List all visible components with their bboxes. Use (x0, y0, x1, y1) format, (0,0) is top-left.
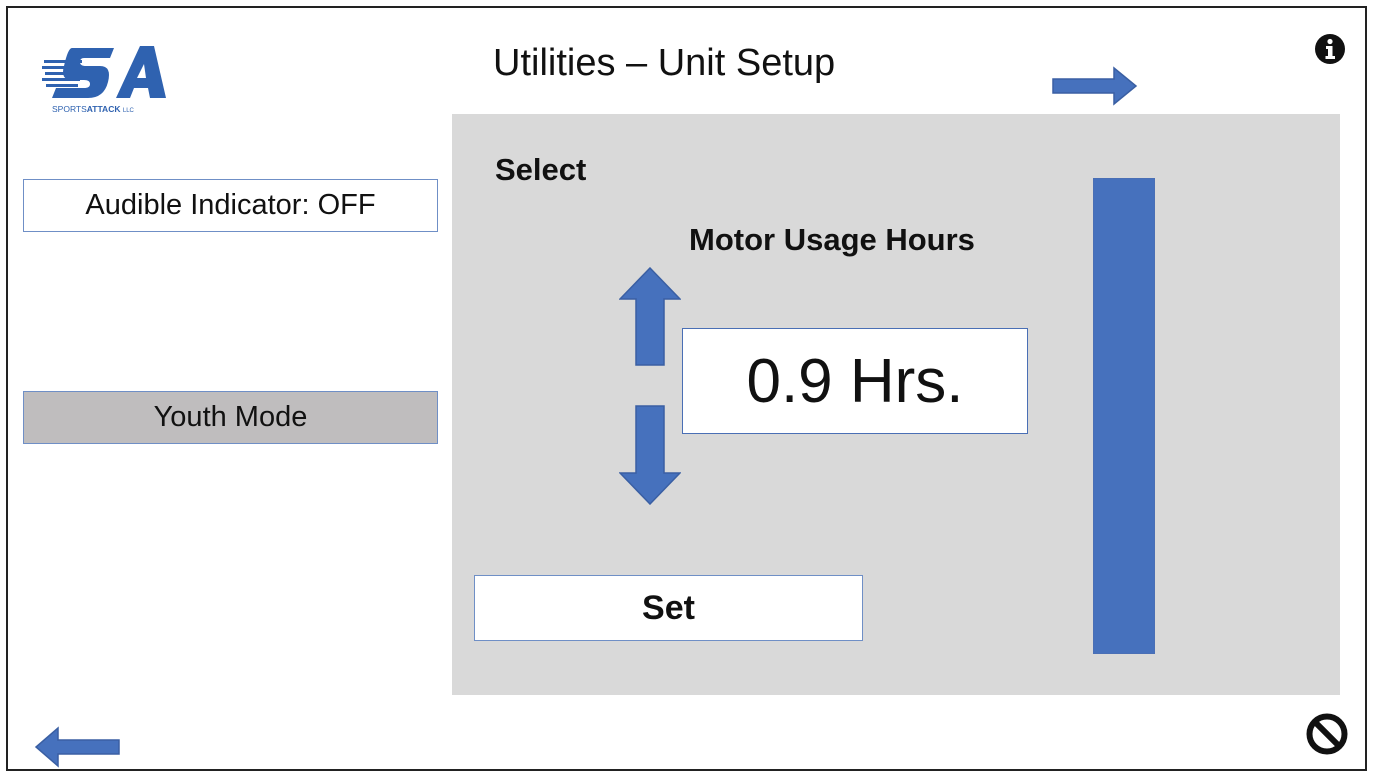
info-icon[interactable] (1314, 33, 1346, 65)
logo-brand-suffix: LLC (123, 108, 135, 114)
sports-attack-logo: SPORTSATTACK LLC (42, 46, 166, 114)
audible-indicator-button[interactable]: Audible Indicator: OFF (23, 179, 438, 232)
motor-hours-value: 0.9 Hrs. (682, 328, 1028, 434)
parameter-label: Motor Usage Hours (689, 222, 975, 257)
select-label: Select (495, 152, 587, 187)
arrow-down-icon[interactable] (619, 405, 681, 505)
audible-indicator-label: Audible Indicator: OFF (85, 189, 376, 221)
arrow-up-icon[interactable] (619, 267, 681, 367)
arrow-right-icon[interactable] (1052, 66, 1138, 106)
motor-hours-text: 0.9 Hrs. (746, 346, 964, 416)
youth-mode-button[interactable]: Youth Mode (23, 391, 438, 444)
set-button-label: Set (642, 588, 695, 627)
logo-brand-main: ATTACK (87, 104, 122, 114)
svg-text:SPORTSATTACK LLC: SPORTSATTACK LLC (52, 104, 135, 114)
slider-fill (1094, 179, 1154, 653)
logo-brand-prefix: SPORTS (52, 104, 87, 114)
setup-panel: Select Motor Usage Hours 0.9 Hrs. Set (452, 114, 1340, 695)
set-button[interactable]: Set (474, 575, 863, 641)
cancel-icon[interactable] (1305, 712, 1349, 756)
value-slider[interactable] (1093, 178, 1155, 654)
page-title: Utilities – Unit Setup (493, 42, 836, 84)
youth-mode-label: Youth Mode (153, 401, 308, 433)
arrow-left-icon[interactable] (34, 726, 120, 768)
